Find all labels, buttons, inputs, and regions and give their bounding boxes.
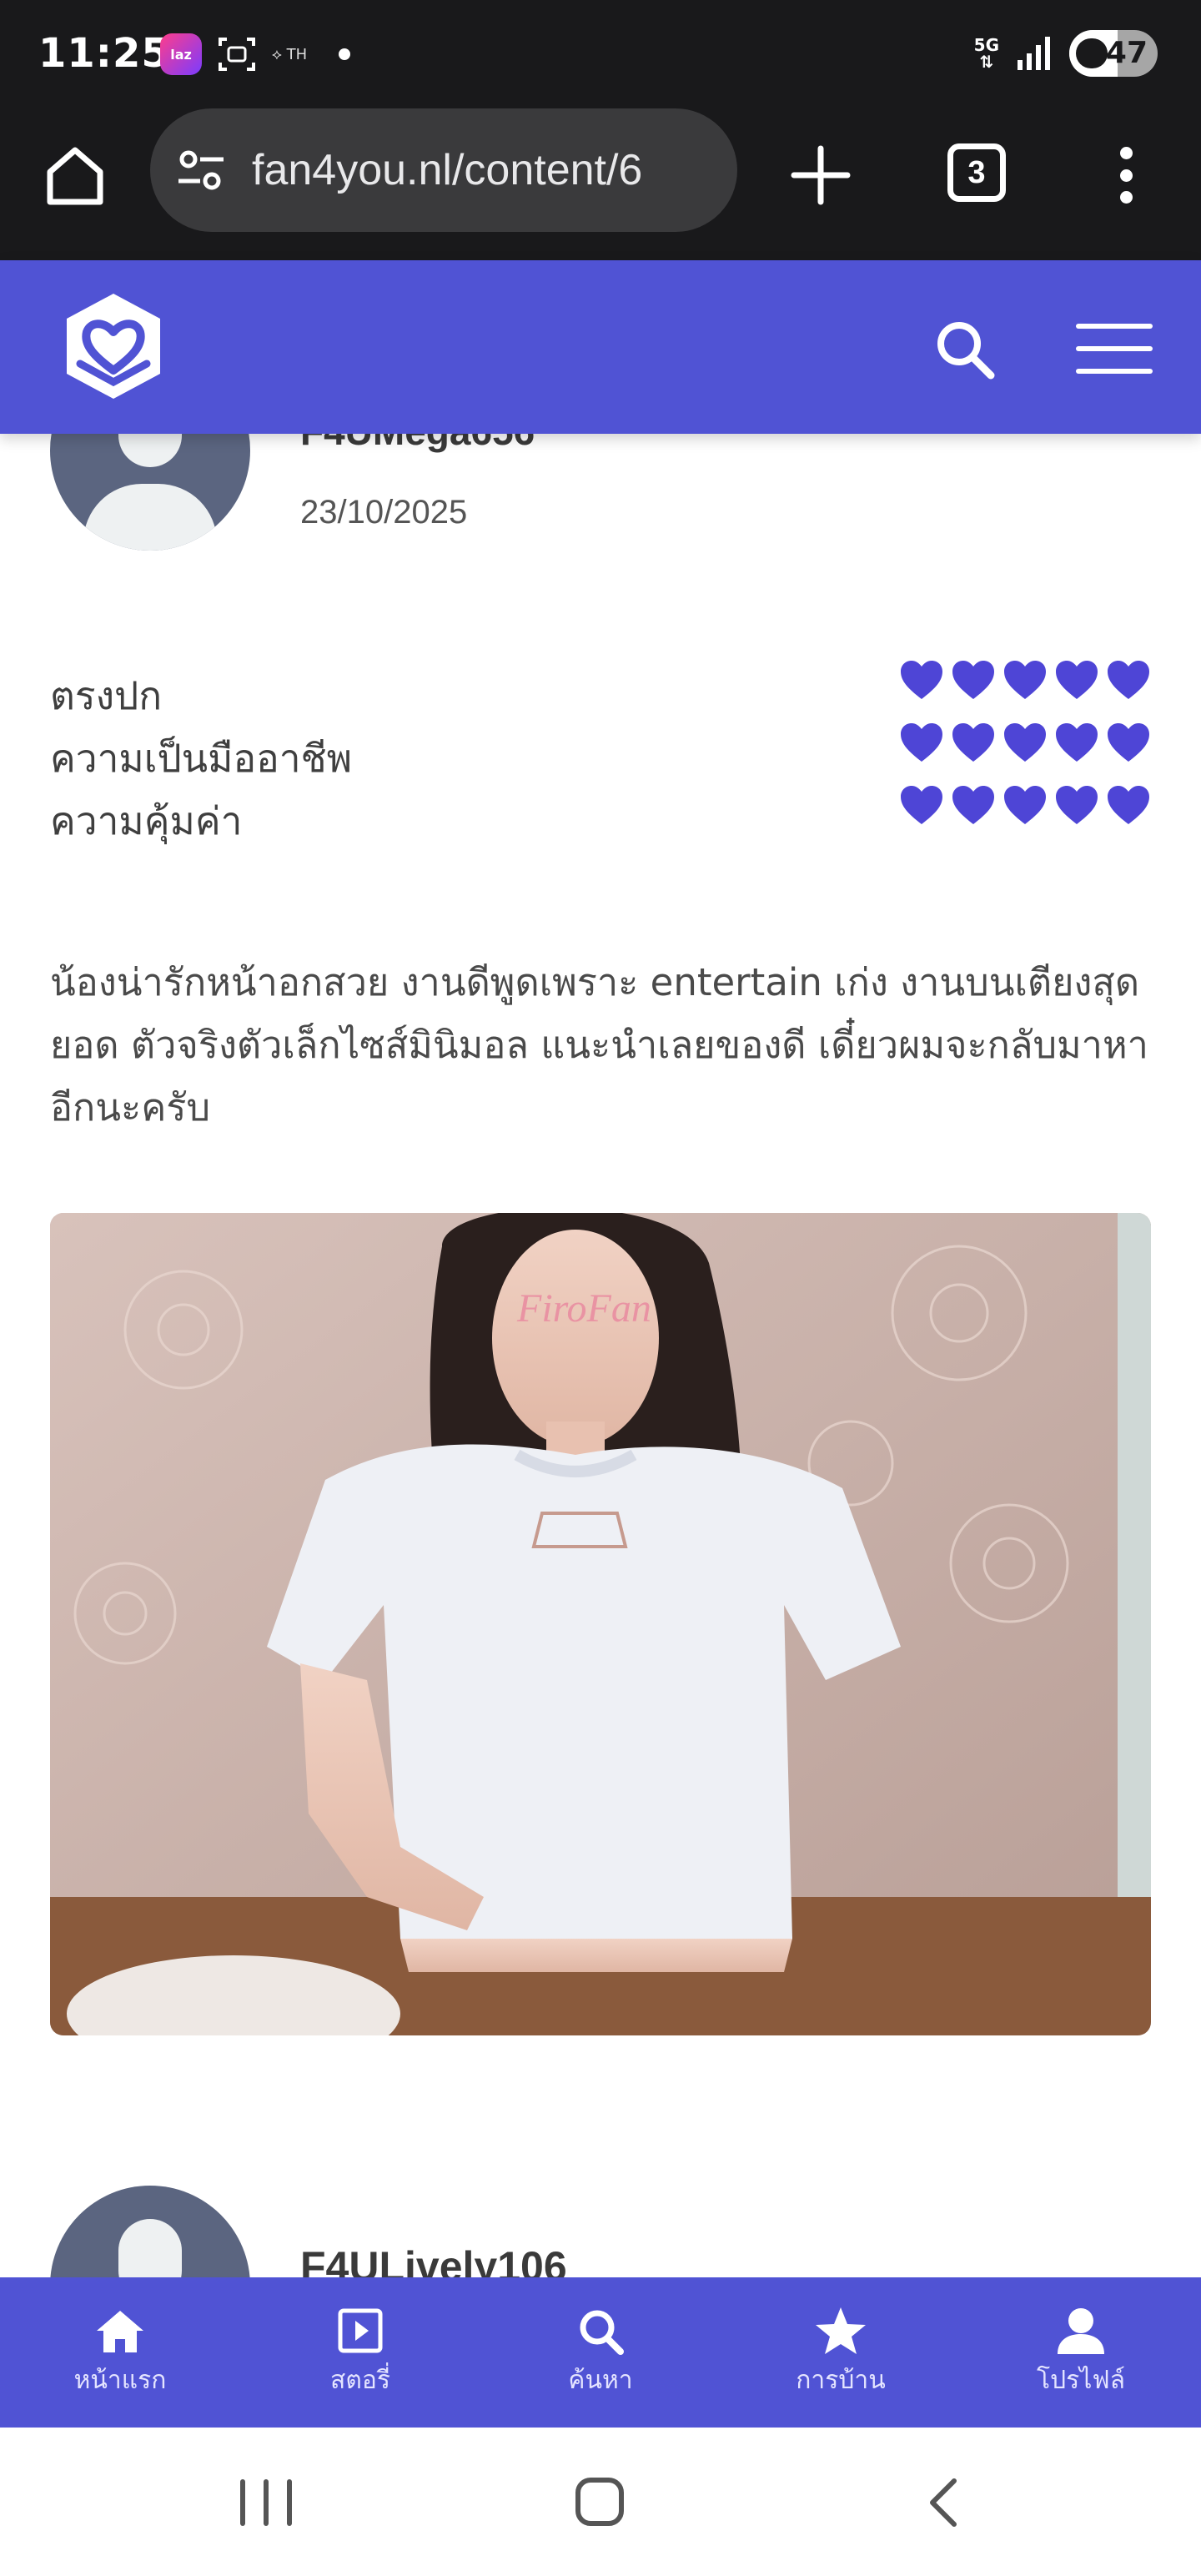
rating-row: ความคุ้มค่า (50, 784, 1151, 843)
heart-icon (1108, 723, 1149, 762)
heart-icon (952, 661, 994, 699)
heart-icon (952, 723, 994, 762)
heart-rating (899, 659, 1151, 701)
system-home-button[interactable] (575, 2478, 624, 2526)
browser-home-button[interactable] (43, 143, 107, 207)
reviewer-avatar (50, 434, 250, 551)
nav-story[interactable]: สตอรี่ (240, 2277, 480, 2428)
fan4you-logo[interactable] (62, 290, 165, 402)
heart-icon (1004, 723, 1046, 762)
heart-icon (1004, 786, 1046, 824)
nav-homework[interactable]: การบ้าน (721, 2277, 961, 2428)
reviewer-avatar (50, 2186, 250, 2277)
reviewer-name[interactable]: F4ULively106 (300, 2242, 567, 2277)
nav-label: การบ้าน (796, 2365, 886, 2395)
review-photo-illustration: FiroFan (50, 1213, 1151, 2035)
nav-search[interactable]: ค้นหา (480, 2277, 721, 2428)
nav-home[interactable]: หน้าแรก (0, 2277, 240, 2428)
system-icons: 5G ⇅ 47 (974, 30, 1158, 77)
heart-icon (1056, 786, 1098, 824)
nav-label: สตอรี่ (330, 2365, 390, 2395)
status-time: 11:25 (38, 30, 170, 77)
signal-icon (1018, 37, 1050, 70)
screenshot-icon (219, 38, 255, 71)
site-header (0, 260, 1201, 434)
tab-switcher-button[interactable]: 3 (947, 143, 1006, 202)
nav-label: ค้นหา (568, 2365, 633, 2395)
system-navigation-bar (0, 2428, 1201, 2576)
photo-watermark: FiroFan (516, 1286, 651, 1331)
nav-label: หน้าแรก (73, 2365, 167, 2395)
rating-row: ตรงปก (50, 659, 1151, 718)
review-list: F4UMega656 23/10/2025 ตรงปก ความเป็นมืออ… (0, 434, 1201, 2277)
rating-row: ความเป็นมืออาชีพ (50, 722, 1151, 781)
more-notifications-dot (339, 48, 351, 60)
vpn-icon: ⟡ TH (272, 45, 308, 63)
battery-level: 47 (1105, 36, 1148, 70)
battery-icon: 47 (1069, 30, 1158, 77)
heart-icon (901, 723, 942, 762)
notification-icons: laz ⟡ TH (160, 33, 351, 75)
status-bar: 11:25 laz ⟡ TH 5G ⇅ 47 (0, 0, 1201, 107)
reviewer-name[interactable]: F4UMega656 (300, 434, 535, 454)
heart-rating (899, 722, 1151, 763)
review-text: น้องน่ารักหน้าอกสวย งานดีพูดเพราะ entert… (50, 960, 1148, 1130)
url-text: fan4you.nl/content/6 (252, 146, 643, 194)
hamburger-menu-button[interactable] (1076, 324, 1153, 374)
browser-menu-button[interactable] (1111, 143, 1141, 207)
heart-icon (952, 786, 994, 824)
heart-icon (1108, 786, 1149, 824)
heart-icon (1056, 723, 1098, 762)
site-settings-icon[interactable] (175, 144, 227, 196)
star-icon (816, 2307, 866, 2354)
review-photo[interactable]: FiroFan (50, 1213, 1151, 2035)
network-type-icon: 5G ⇅ (973, 35, 999, 72)
rating-label: ความเป็นมืออาชีพ (50, 736, 353, 781)
play-icon (338, 2308, 383, 2352)
heart-rating (899, 784, 1151, 826)
nav-label: โปรไฟล์ (1037, 2365, 1125, 2395)
review-date: 23/10/2025 (300, 494, 468, 531)
browser-toolbar: fan4you.nl/content/6 3 (0, 107, 1201, 260)
heart-icon (1004, 661, 1046, 699)
back-button[interactable] (917, 2476, 971, 2529)
user-icon (1058, 2307, 1104, 2354)
heart-icon (901, 786, 942, 824)
header-search-icon[interactable] (932, 317, 996, 380)
rating-label: ความคุ้มค่า (50, 798, 243, 843)
home-icon (97, 2310, 143, 2352)
recent-apps-button[interactable] (240, 2479, 292, 2526)
heart-icon (1056, 661, 1098, 699)
bottom-navigation: หน้าแรก สตอรี่ ค้นหา การบ้าน โปรไฟล์ (0, 2277, 1201, 2428)
rating-label: ตรงปก (50, 673, 163, 718)
address-bar[interactable]: fan4you.nl/content/6 (150, 108, 737, 232)
heart-icon (1108, 661, 1149, 699)
nav-profile[interactable]: โปรไฟล์ (961, 2277, 1201, 2428)
heart-icon (901, 661, 942, 699)
lazada-notification-icon: laz (160, 33, 202, 75)
search-icon (580, 2310, 624, 2355)
new-tab-button[interactable] (787, 142, 854, 209)
